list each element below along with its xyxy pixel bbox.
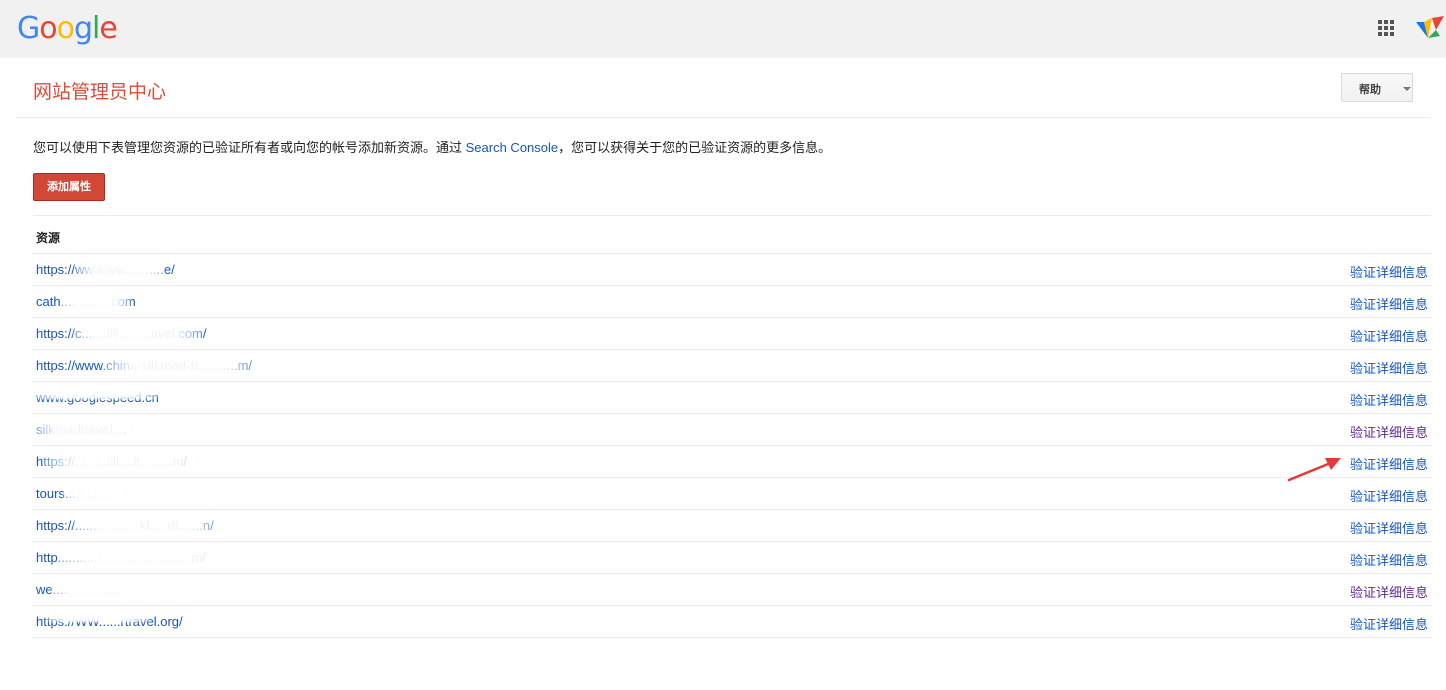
- verification-details-link[interactable]: 验证详细信息: [1350, 262, 1428, 281]
- table-row: https://WW......rtravel.org/ 验证详细信息: [33, 606, 1431, 638]
- table-row: cath..............com 验证详细信息: [33, 286, 1431, 318]
- logo-letter-g2: g: [73, 11, 93, 46]
- table-row: https://.........illl....lt.........m/ 验…: [33, 446, 1431, 478]
- verification-details-link[interactable]: 验证详细信息: [1350, 358, 1428, 377]
- property-link[interactable]: https://www.ww...........e/: [36, 262, 175, 277]
- table-row: https://www.ww...........e/ 验证详细信息: [33, 254, 1431, 286]
- help-button[interactable]: 帮助: [1341, 73, 1413, 102]
- table-row: https://c.......illl.........avel.com/ 验…: [33, 318, 1431, 350]
- page-title: 网站管理员中心: [33, 82, 167, 103]
- logo-letter-o2: o: [56, 11, 75, 46]
- verification-details-link[interactable]: 验证详细信息: [1350, 326, 1428, 345]
- table-row: www.googlespeed.cn 验证详细信息: [33, 382, 1431, 414]
- column-header-resource: 资源: [36, 231, 61, 245]
- avatar-icon[interactable]: [1414, 14, 1446, 42]
- property-link[interactable]: https://c.......illl.........avel.com/: [36, 326, 207, 341]
- property-link[interactable]: http....................................…: [36, 550, 206, 565]
- property-link[interactable]: www.googlespeed.cn: [36, 390, 159, 405]
- help-button-label: 帮助: [1359, 84, 1381, 96]
- property-link[interactable]: https://..................kl.....dl.....…: [36, 518, 214, 533]
- verification-details-link[interactable]: 验证详细信息: [1350, 294, 1428, 313]
- table-row: https://www.china-silkroad-tr...........…: [33, 350, 1431, 382]
- properties-table: 资源 https://www.ww...........e/ 验证详细信息 ca…: [33, 215, 1431, 638]
- verification-details-link[interactable]: 验证详细信息: [1350, 454, 1428, 473]
- google-logo[interactable]: Google: [17, 9, 118, 49]
- property-link[interactable]: cath..............com: [36, 294, 136, 309]
- chevron-down-icon: [1403, 87, 1411, 91]
- property-link[interactable]: https://www.china-silkroad-tr...........…: [36, 358, 252, 373]
- logo-letter-o1: o: [39, 11, 57, 46]
- verification-details-link[interactable]: 验证详细信息: [1350, 486, 1428, 505]
- logo-letter-g1: G: [17, 11, 40, 46]
- logo-letter-e: e: [99, 11, 117, 46]
- table-row: silkroadtravel.... 验证详细信息: [33, 414, 1431, 446]
- table-header: 资源: [33, 216, 1431, 254]
- search-console-link[interactable]: Search Console: [466, 140, 559, 155]
- verification-details-link[interactable]: 验证详细信息: [1350, 582, 1428, 601]
- add-property-button[interactable]: 添加属性: [33, 173, 105, 201]
- property-link[interactable]: tours.............: [36, 486, 112, 501]
- property-link[interactable]: silkroadtravel....: [36, 422, 127, 437]
- logo-letter-l: l: [92, 11, 100, 46]
- verification-details-link[interactable]: 验证详细信息: [1350, 550, 1428, 569]
- table-row: https://..................kl.....dl.....…: [33, 510, 1431, 542]
- intro-text-before: 您可以使用下表管理您资源的已验证所有者或向您的帐号添加新资源。通过: [33, 140, 466, 155]
- table-row: we................... 验证详细信息: [33, 574, 1431, 606]
- property-link[interactable]: https://.........illl....lt.........m/: [36, 454, 187, 469]
- apps-grid-icon[interactable]: [1378, 20, 1394, 36]
- intro-text: 您可以使用下表管理您资源的已验证所有者或向您的帐号添加新资源。通过 Search…: [33, 137, 831, 156]
- table-row: http....................................…: [33, 542, 1431, 574]
- verification-details-link[interactable]: 验证详细信息: [1350, 390, 1428, 409]
- property-link[interactable]: we...................: [36, 582, 121, 597]
- table-row: tours............. 验证详细信息: [33, 478, 1431, 510]
- top-bar: Google: [0, 0, 1446, 58]
- verification-details-link[interactable]: 验证详细信息: [1350, 518, 1428, 537]
- intro-text-after: ，您可以获得关于您的已验证资源的更多信息。: [558, 140, 832, 155]
- verification-details-link[interactable]: 验证详细信息: [1350, 422, 1428, 441]
- property-link[interactable]: https://WW......rtravel.org/: [36, 614, 183, 629]
- verification-details-link[interactable]: 验证详细信息: [1350, 614, 1428, 633]
- page-header: 网站管理员中心 帮助: [16, 58, 1430, 118]
